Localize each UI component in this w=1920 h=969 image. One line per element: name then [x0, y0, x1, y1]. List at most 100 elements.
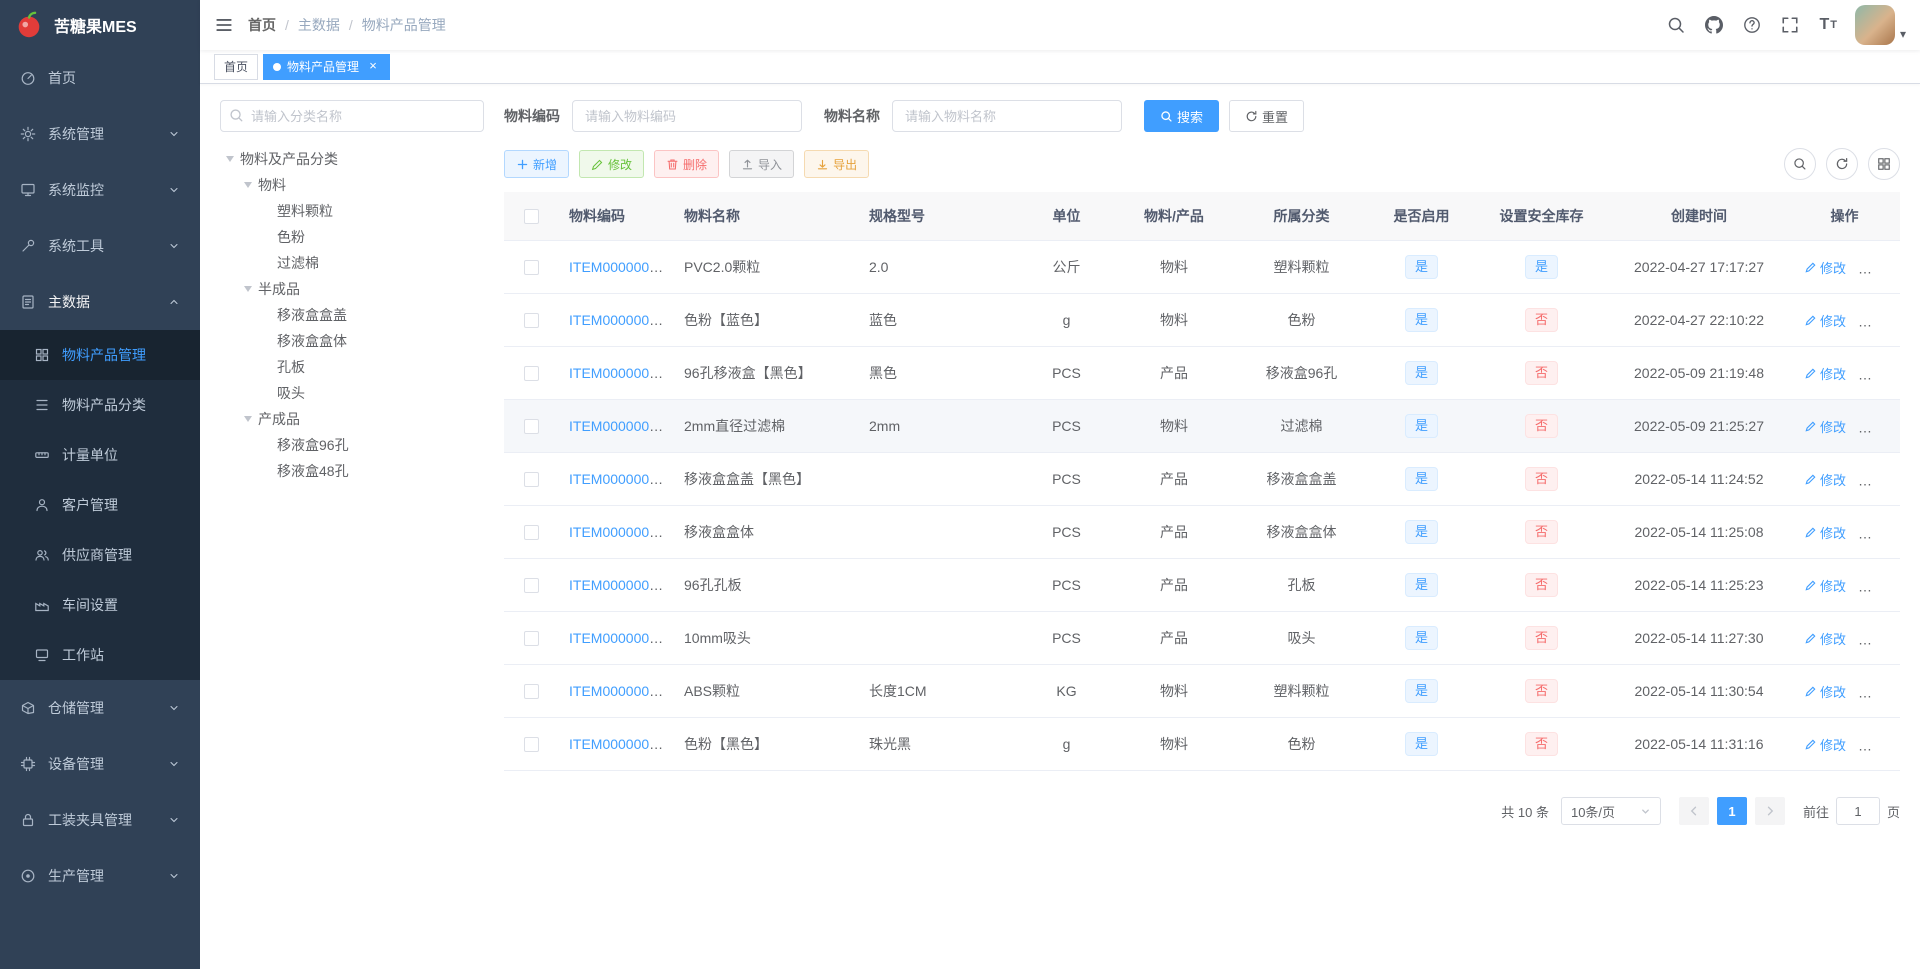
- sidebar-item-material-product-category[interactable]: 物料产品分类: [0, 380, 200, 430]
- sidebar-item-customer-management[interactable]: 客户管理: [0, 480, 200, 530]
- app-logo[interactable]: 苦糖果MES: [0, 0, 200, 50]
- material-code-link[interactable]: ITEM00000056: [569, 736, 665, 752]
- prev-page-button[interactable]: [1678, 797, 1709, 825]
- material-code-link[interactable]: ITEM00000041: [569, 312, 665, 328]
- sidebar-item-warehouse-management[interactable]: 仓储管理: [0, 680, 200, 736]
- row-edit-button[interactable]: 修改: [1805, 735, 1846, 754]
- row-edit-button[interactable]: 修改: [1805, 629, 1846, 648]
- row-checkbox[interactable]: [524, 313, 539, 329]
- sidebar-item-home[interactable]: 首页: [0, 50, 200, 106]
- sidebar-item-supplier-management[interactable]: 供应商管理: [0, 530, 200, 580]
- tree-node[interactable]: 物料: [220, 172, 484, 198]
- tab-close-icon[interactable]: ×: [366, 59, 380, 74]
- tree-node[interactable]: 塑料颗粒: [220, 198, 484, 224]
- breadcrumb-home[interactable]: 首页: [248, 15, 276, 35]
- export-button[interactable]: 导出: [804, 150, 870, 178]
- row-edit-button[interactable]: 修改: [1805, 311, 1846, 330]
- add-button[interactable]: 新增: [504, 150, 570, 178]
- lock-icon: [20, 812, 36, 828]
- next-page-button[interactable]: [1754, 797, 1785, 825]
- reset-button[interactable]: 重置: [1229, 100, 1305, 132]
- dashboard-icon: [20, 70, 36, 86]
- row-checkbox[interactable]: [524, 684, 539, 700]
- delete-button[interactable]: 删除: [654, 150, 720, 178]
- row-checkbox[interactable]: [524, 260, 539, 276]
- font-size-icon[interactable]: TT: [1809, 0, 1847, 50]
- row-edit-button[interactable]: 修改: [1805, 576, 1846, 595]
- tree-node[interactable]: 半成品: [220, 276, 484, 302]
- tab-material-product-management[interactable]: 物料产品管理 ×: [263, 53, 391, 80]
- row-checkbox[interactable]: [524, 631, 539, 647]
- tree-node-root[interactable]: 物料及产品分类: [220, 146, 484, 172]
- material-type-cell: 物料: [1114, 293, 1234, 347]
- row-edit-button[interactable]: 修改: [1805, 523, 1846, 542]
- row-edit-button[interactable]: 修改: [1805, 417, 1846, 436]
- material-code-link[interactable]: ITEM00000051: [569, 471, 665, 487]
- sidebar-item-system-management[interactable]: 系统管理: [0, 106, 200, 162]
- row-checkbox[interactable]: [524, 525, 539, 541]
- sidebar-item-measure-unit[interactable]: 计量单位: [0, 430, 200, 480]
- material-name-input[interactable]: [892, 100, 1122, 132]
- sidebar-item-material-product-management[interactable]: 物料产品管理: [0, 330, 200, 380]
- category-cell: 移液盒96孔: [1234, 346, 1369, 400]
- row-checkbox[interactable]: [524, 419, 539, 435]
- tree-node[interactable]: 孔板: [220, 354, 484, 380]
- material-code-link[interactable]: ITEM00000054: [569, 630, 665, 646]
- edit-button[interactable]: 修改: [579, 150, 645, 178]
- fullscreen-icon[interactable]: [1771, 0, 1809, 50]
- sidebar-item-equipment-management[interactable]: 设备管理: [0, 736, 200, 792]
- material-code-link[interactable]: ITEM00000046: [569, 365, 665, 381]
- search-icon[interactable]: [1657, 0, 1695, 50]
- tab-home[interactable]: 首页: [214, 53, 259, 80]
- sidebar-item-production-management[interactable]: 生产管理: [0, 848, 200, 904]
- sidebar-item-fixture-management[interactable]: 工装夹具管理: [0, 792, 200, 848]
- material-code-input[interactable]: [572, 100, 802, 132]
- help-question-icon[interactable]: [1733, 0, 1771, 50]
- tree-node[interactable]: 移液盒盒盖: [220, 302, 484, 328]
- row-edit-button[interactable]: 修改: [1805, 470, 1846, 489]
- user-menu[interactable]: ▾: [1847, 5, 1920, 45]
- sidebar-item-workstation[interactable]: 工作站: [0, 630, 200, 680]
- row-edit-button[interactable]: 修改: [1805, 364, 1846, 383]
- select-all-checkbox[interactable]: [524, 209, 539, 225]
- tree-node[interactable]: 移液盒96孔: [220, 432, 484, 458]
- import-button[interactable]: 导入: [729, 150, 795, 178]
- sidebar-item-system-tools[interactable]: 系统工具: [0, 218, 200, 274]
- tree-node[interactable]: 产成品: [220, 406, 484, 432]
- header-created-time: 创建时间: [1609, 192, 1789, 241]
- tree-node[interactable]: 过滤棉: [220, 250, 484, 276]
- header-material-name: 物料名称: [674, 192, 859, 241]
- material-code-link[interactable]: ITEM00000052: [569, 524, 665, 540]
- material-code-link[interactable]: ITEM00000055: [569, 683, 665, 699]
- tree-node[interactable]: 移液盒48孔: [220, 458, 484, 484]
- github-icon[interactable]: [1695, 0, 1733, 50]
- created-time-cell: 2022-05-14 11:27:30: [1609, 611, 1789, 665]
- sidebar-item-workshop-settings[interactable]: 车间设置: [0, 580, 200, 630]
- row-edit-button[interactable]: 修改: [1805, 682, 1846, 701]
- tree-node[interactable]: 移液盒盒体: [220, 328, 484, 354]
- column-settings-button[interactable]: [1868, 148, 1900, 180]
- created-time-cell: 2022-05-14 11:31:16: [1609, 717, 1789, 771]
- page-size-select[interactable]: 10条/页: [1560, 797, 1661, 825]
- material-code-link[interactable]: ITEM00000049: [569, 418, 665, 434]
- row-checkbox[interactable]: [524, 737, 539, 753]
- goto-page-input[interactable]: [1835, 797, 1880, 825]
- refresh-button[interactable]: [1826, 148, 1858, 180]
- row-checkbox[interactable]: [524, 472, 539, 488]
- sidebar-item-master-data[interactable]: 主数据: [0, 274, 200, 330]
- row-checkbox[interactable]: [524, 578, 539, 594]
- material-code-link[interactable]: ITEM00000037: [569, 259, 665, 275]
- search-button[interactable]: 搜索: [1144, 100, 1220, 132]
- tree-node[interactable]: 色粉: [220, 224, 484, 250]
- toggle-search-button[interactable]: [1784, 148, 1816, 180]
- category-search-input[interactable]: [220, 100, 484, 132]
- tree-node[interactable]: 吸头: [220, 380, 484, 406]
- material-code-link[interactable]: ITEM00000053: [569, 577, 665, 593]
- row-checkbox[interactable]: [524, 366, 539, 382]
- row-edit-button[interactable]: 修改: [1805, 258, 1846, 277]
- navbar-right-tools: TT ▾: [1657, 0, 1920, 50]
- menu-fold-icon[interactable]: [200, 0, 248, 50]
- page-number-button[interactable]: 1: [1716, 797, 1747, 825]
- header-type: 物料/产品: [1114, 192, 1234, 241]
- sidebar-item-system-monitor[interactable]: 系统监控: [0, 162, 200, 218]
